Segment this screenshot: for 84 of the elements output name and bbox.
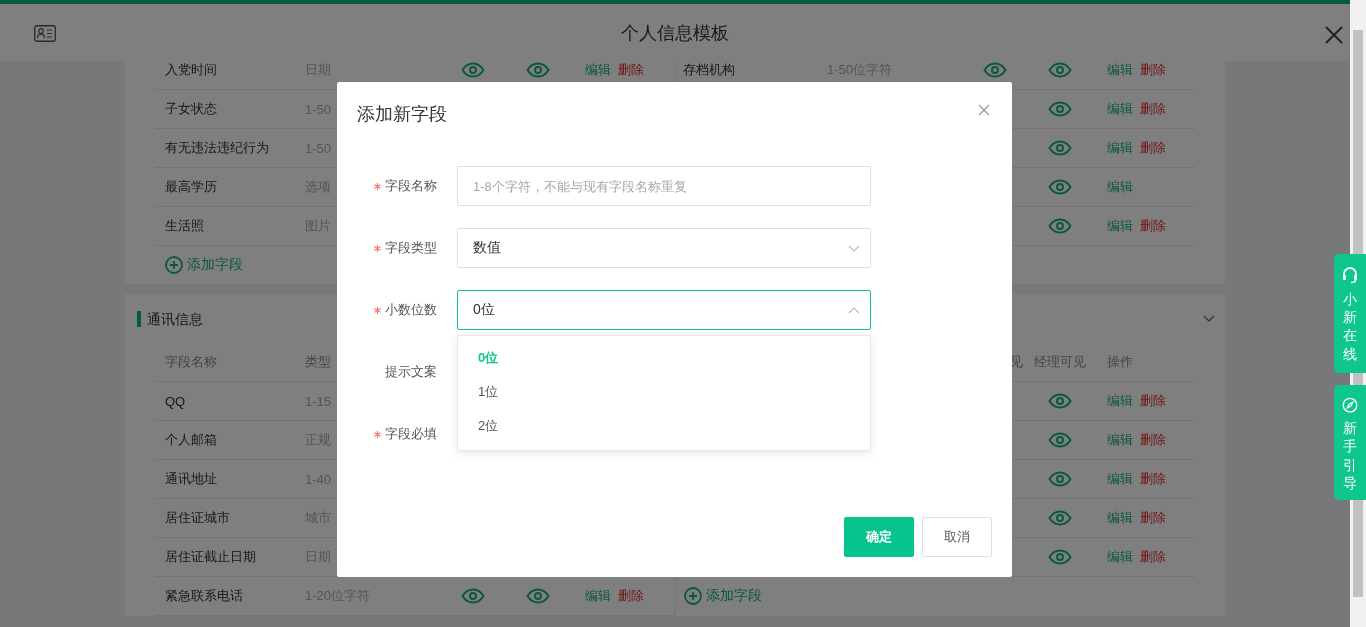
delete-link[interactable]: 删除: [1140, 548, 1166, 566]
plus-circle-icon: [165, 256, 183, 274]
eye-icon[interactable]: [1048, 218, 1072, 234]
delete-link[interactable]: 删除: [1140, 139, 1166, 157]
field-name: 生活照: [164, 217, 204, 235]
field-name: 子女状态: [164, 100, 217, 118]
edit-link[interactable]: 编辑: [1107, 470, 1133, 488]
eye-icon[interactable]: [1048, 179, 1072, 195]
dialog-title: 添加新字段: [357, 103, 447, 126]
section-title: 通讯信息: [137, 310, 203, 327]
column-header: 字段名称: [164, 353, 217, 371]
edit-link[interactable]: 编辑: [585, 587, 611, 605]
eye-icon[interactable]: [1048, 549, 1072, 565]
eye-icon[interactable]: [1048, 510, 1072, 526]
field-name: 居住证城市: [164, 509, 230, 527]
eye-icon[interactable]: [1048, 393, 1072, 409]
delete-link[interactable]: 删除: [1140, 217, 1166, 235]
eye-icon[interactable]: [1048, 62, 1072, 78]
chevron-down-icon: [848, 244, 860, 252]
field-name: 个人邮箱: [164, 431, 217, 449]
field-name: 居住证截止日期: [164, 548, 256, 566]
delete-link[interactable]: 删除: [1140, 61, 1166, 79]
delete-link[interactable]: 删除: [1140, 431, 1166, 449]
compass-icon: [1341, 397, 1359, 414]
plus-circle-icon: [684, 587, 702, 605]
field-name: 紧急联系电话: [164, 587, 243, 605]
edit-link[interactable]: 编辑: [1107, 139, 1133, 157]
add-field-link[interactable]: 添加字段: [155, 256, 243, 274]
dropdown-option[interactable]: 1位: [458, 375, 870, 409]
eye-icon[interactable]: [461, 62, 485, 78]
select-field[interactable]: 0位: [457, 290, 871, 330]
field-label: 字段名称: [385, 177, 437, 195]
field-name-input[interactable]: 1-8个字符，不能与现有字段名称重复: [457, 166, 871, 206]
field-name: QQ: [164, 393, 186, 409]
delete-link[interactable]: 删除: [1140, 100, 1166, 118]
field-label: 提示文案: [385, 363, 437, 381]
close-icon[interactable]: [1325, 26, 1343, 44]
dropdown-option[interactable]: 0位: [458, 341, 870, 375]
select-field[interactable]: 数值: [457, 228, 871, 268]
close-icon[interactable]: [978, 104, 990, 116]
chevron-down-icon[interactable]: [1203, 314, 1215, 323]
edit-link[interactable]: 编辑: [1107, 509, 1133, 527]
field-name: 存档机构: [682, 61, 735, 79]
eye-icon[interactable]: [1048, 140, 1072, 156]
edit-link[interactable]: 编辑: [1107, 217, 1133, 235]
eye-icon[interactable]: [526, 62, 550, 78]
edit-link[interactable]: 编辑: [1107, 431, 1133, 449]
column-header: 类型: [305, 353, 331, 371]
field-name: 通讯地址: [164, 470, 217, 488]
delete-link[interactable]: 删除: [1140, 509, 1166, 527]
field-name: 入党时间: [164, 61, 217, 79]
delete-link[interactable]: 删除: [1140, 470, 1166, 488]
eye-icon[interactable]: [983, 62, 1007, 78]
eye-icon[interactable]: [526, 588, 550, 604]
edit-link[interactable]: 编辑: [1107, 392, 1133, 410]
field-label: 字段类型: [385, 239, 437, 257]
eye-icon[interactable]: [1048, 101, 1072, 117]
eye-icon[interactable]: [1048, 432, 1072, 448]
cancel-button[interactable]: 取消: [922, 517, 992, 557]
chevron-up-icon: [848, 306, 860, 314]
edit-link[interactable]: 编辑: [1107, 178, 1133, 196]
eye-icon[interactable]: [1048, 471, 1072, 487]
add-field-link[interactable]: 添加字段: [677, 587, 762, 605]
side-tab-label: 新手引导: [1343, 419, 1357, 492]
edit-link[interactable]: 编辑: [1107, 548, 1133, 566]
delete-link[interactable]: 删除: [1140, 392, 1166, 410]
guide-tab[interactable]: 新手引导: [1334, 385, 1366, 500]
delete-link[interactable]: 删除: [618, 587, 644, 605]
edit-link[interactable]: 编辑: [1107, 100, 1133, 118]
field-label: 字段必填: [385, 425, 437, 443]
field-label: 小数位数: [385, 301, 437, 319]
page-title: 个人信息模板: [621, 21, 729, 45]
id-card-icon: [34, 25, 56, 42]
side-tab-label: 小新在线: [1343, 290, 1357, 363]
delete-link[interactable]: 删除: [618, 61, 644, 79]
eye-icon[interactable]: [461, 588, 485, 604]
headset-icon: [1341, 266, 1359, 284]
edit-link[interactable]: 编辑: [585, 61, 611, 79]
dropdown-option[interactable]: 2位: [458, 409, 870, 443]
field-name: 有无违法违纪行为: [164, 139, 269, 157]
edit-link[interactable]: 编辑: [1107, 61, 1133, 79]
field-name: 最高学历: [164, 178, 217, 196]
confirm-button[interactable]: 确定: [844, 517, 914, 557]
support-tab[interactable]: 小新在线: [1334, 254, 1366, 373]
